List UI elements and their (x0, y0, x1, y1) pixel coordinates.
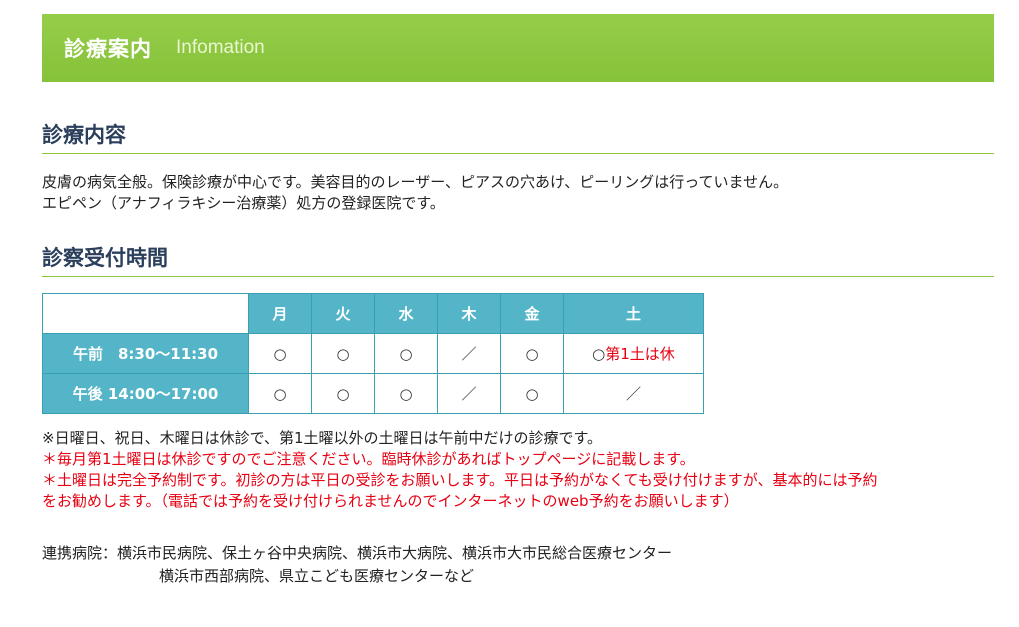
note-first-saturday: ＊毎月第1土曜日は休診ですのでご注意ください。臨時休診があればトップページに記載… (42, 450, 695, 468)
partner-hospitals: 連携病院：横浜市民病院、保土ヶ谷中央病院、横浜市大病院、横浜市大市民総合医療セン… (42, 542, 672, 588)
afternoon-sat: ／ (563, 373, 704, 414)
morning-thu: ／ (437, 333, 501, 374)
day-wed: 水 (374, 293, 438, 334)
banner-title: 診療案内 (64, 37, 152, 61)
hours-row-afternoon: 午後 14:00〜17:00 ○ ○ ○ ／ ○ ／ (42, 373, 704, 414)
banner-subtitle: Infomation (176, 37, 265, 58)
note-web-reservation: をお勧めします。（電話では予約を受け付けられませんのでインターネットのweb予約… (42, 492, 739, 510)
afternoon-label: 午後 14:00〜17:00 (42, 373, 249, 414)
hours-header-row: 月 火 水 木 金 土 (42, 293, 704, 334)
morning-fri: ○ (500, 333, 564, 374)
morning-sat-note: 第1土は休 (605, 345, 675, 363)
morning-wed: ○ (374, 333, 438, 374)
day-tue: 火 (311, 293, 375, 334)
morning-sat: ○第1土は休 (563, 333, 704, 374)
services-text: 皮膚の病気全般。保険診療が中心です。美容目的のレーザー、ピアスの穴あけ、ピーリン… (42, 172, 788, 214)
day-sat: 土 (563, 293, 704, 334)
day-fri: 金 (500, 293, 564, 334)
afternoon-mon: ○ (248, 373, 312, 414)
partner-line-1: 連携病院：横浜市民病院、保土ヶ谷中央病院、横浜市大病院、横浜市大市民総合医療セン… (42, 544, 673, 562)
afternoon-tue: ○ (311, 373, 375, 414)
hours-corner-cell (42, 293, 249, 334)
morning-label: 午前 8:30〜11:30 (42, 333, 249, 374)
services-heading: 診療内容 (42, 121, 994, 154)
note-closed-days: ※日曜日、祝日、木曜日は休診で、第1土曜以外の土曜日は午前中だけの診療です。 (42, 429, 603, 447)
partner-line-2: 横浜市西部病院、県立こども医療センターなど (159, 567, 475, 585)
note-saturday-reservation: ＊土曜日は完全予約制です。初診の方は平日の受診をお願いします。平日は予約がなくて… (42, 471, 878, 489)
morning-sat-mark: ○ (592, 345, 606, 363)
morning-tue: ○ (311, 333, 375, 374)
hours-table: 月 火 水 木 金 土 午前 8:30〜11:30 ○ ○ ○ ／ ○ ○第1土… (42, 293, 704, 414)
day-mon: 月 (248, 293, 312, 334)
afternoon-thu: ／ (437, 373, 501, 414)
services-line-2: エピペン（アナフィラキシー治療薬）処方の登録医院です。 (42, 194, 445, 212)
notes: ※日曜日、祝日、木曜日は休診で、第1土曜以外の土曜日は午前中だけの診療です。 ＊… (42, 428, 878, 512)
hours-heading: 診察受付時間 (42, 244, 994, 277)
afternoon-wed: ○ (374, 373, 438, 414)
morning-mon: ○ (248, 333, 312, 374)
page-banner: 診療案内 Infomation (42, 14, 994, 82)
services-line-1: 皮膚の病気全般。保険診療が中心です。美容目的のレーザー、ピアスの穴あけ、ピーリン… (42, 173, 789, 191)
day-thu: 木 (437, 293, 501, 334)
afternoon-fri: ○ (500, 373, 564, 414)
hours-row-morning: 午前 8:30〜11:30 ○ ○ ○ ／ ○ ○第1土は休 (42, 333, 704, 374)
